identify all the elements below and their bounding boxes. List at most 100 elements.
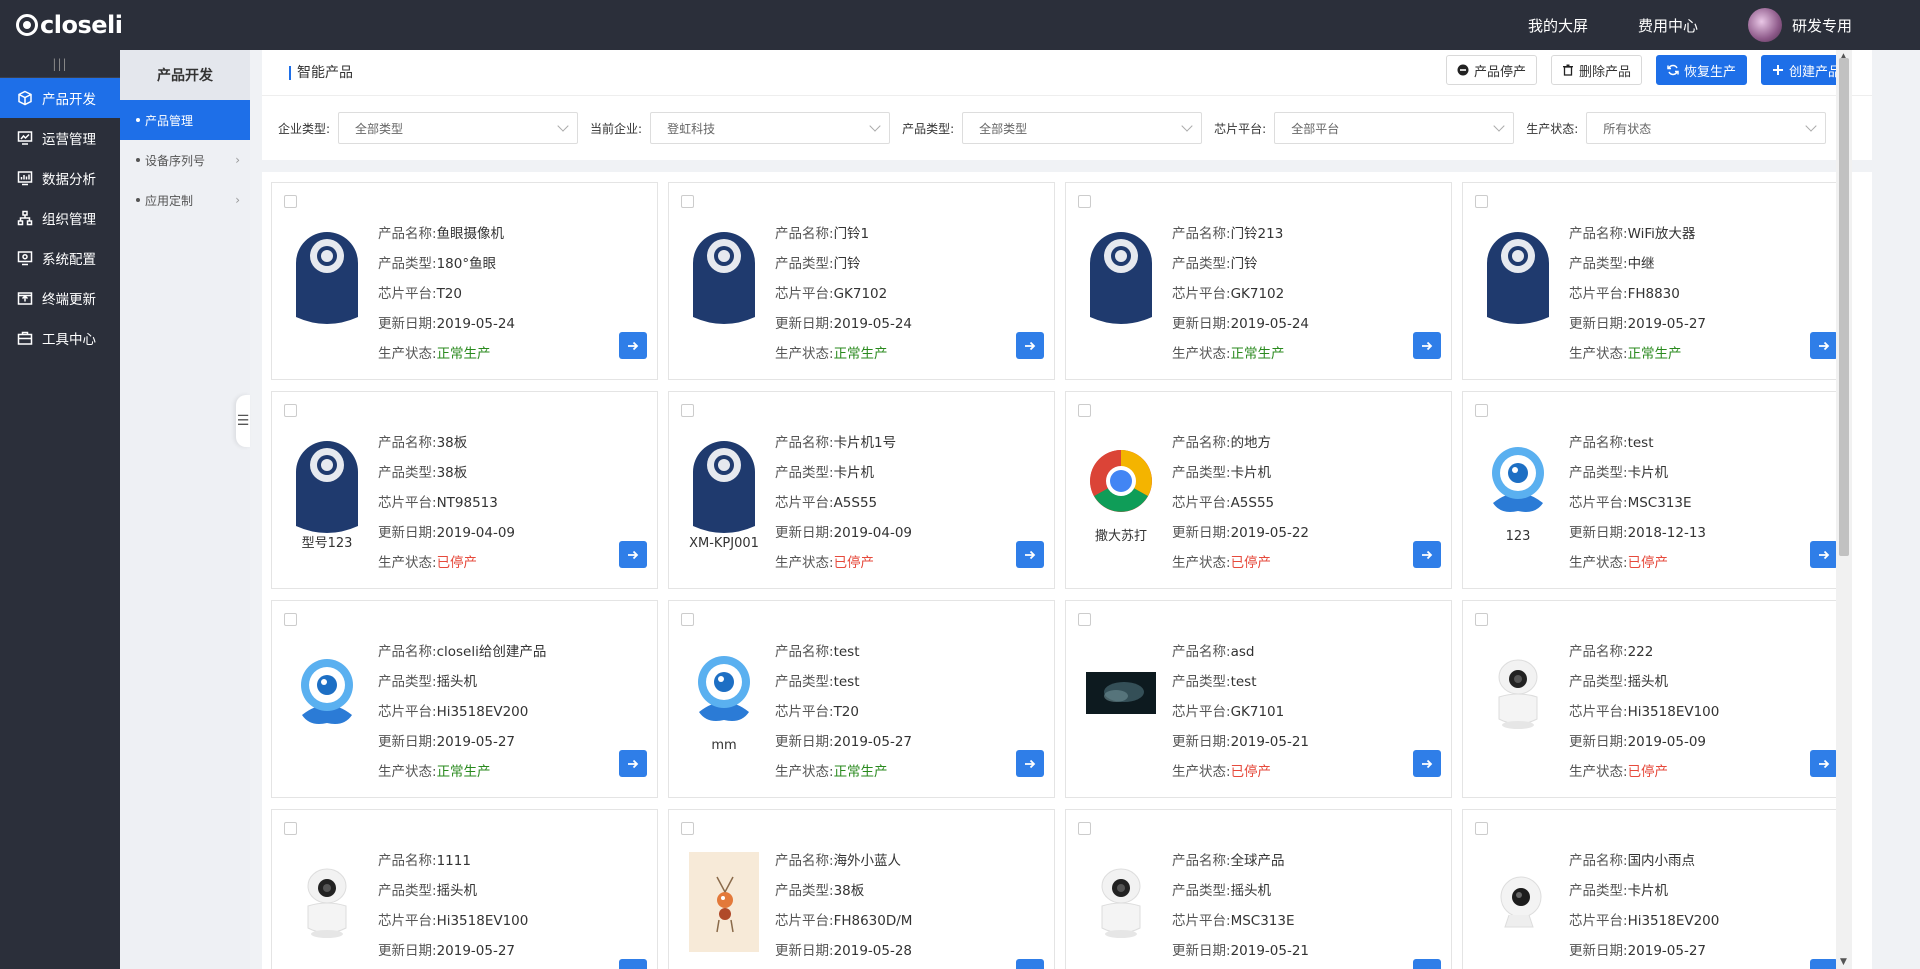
product-thumbnail[interactable] (1086, 225, 1156, 335)
sidebar-item-org-tree[interactable]: 组织管理 (0, 198, 120, 238)
product-checkbox[interactable] (284, 613, 297, 626)
my-dashboard-link[interactable]: 我的大屏 (1528, 15, 1588, 36)
product-thumbnail[interactable] (689, 225, 759, 335)
arrow-right-icon[interactable] (1810, 541, 1838, 568)
product-checkbox[interactable] (1078, 613, 1091, 626)
product-card[interactable]: 产品名称:222 产品类型:摇头机 芯片平台:Hi3518EV100 更新日期:201… (1462, 600, 1849, 798)
arrow-right-icon[interactable] (619, 959, 647, 969)
product-card[interactable]: 产品名称:海外小蓝人 产品类型:38板 芯片平台:FH8630D/M 更新日期:201… (668, 809, 1055, 969)
resume-production-button[interactable]: 恢复生产 (1655, 55, 1747, 85)
product-card[interactable]: 产品名称:1111 产品类型:摇头机 芯片平台:Hi3518EV100 更新日期:20… (271, 809, 658, 969)
product-thumbnail[interactable] (689, 852, 759, 962)
stop-production-button[interactable]: 产品停产 (1445, 55, 1537, 85)
product-card[interactable]: 产品名称:asd 产品类型:test 芯片平台:GK7101 更新日期:2019-05… (1065, 600, 1452, 798)
product-model-caption: 型号123 (301, 536, 353, 551)
arrow-right-icon[interactable] (1810, 750, 1838, 777)
product-card[interactable]: 产品名称:国内小雨点 产品类型:卡片机 芯片平台:Hi3518EV200 更新日期:2… (1462, 809, 1849, 969)
product-info: 产品名称:38板 产品类型:38板 芯片平台:NT98513 更新日期:2019-04… (378, 428, 515, 578)
product-checkbox[interactable] (1078, 822, 1091, 835)
sidebar-item-cube[interactable]: 产品开发 (0, 78, 120, 118)
field-label: 生产状态: (1569, 346, 1628, 362)
user-name[interactable]: 研发专用 (1792, 15, 1852, 36)
product-checkbox[interactable] (681, 404, 694, 417)
sidebar-item-analytics[interactable]: 数据分析 (0, 158, 120, 198)
product-checkbox[interactable] (284, 404, 297, 417)
product-card[interactable]: mm 产品名称:test 产品类型:test 芯片平台:T20 更新日期:2019-05… (668, 600, 1055, 798)
arrow-right-icon[interactable] (1016, 541, 1044, 568)
sidebar-collapse-handle[interactable]: ||| (0, 50, 120, 78)
subnav-item-app-customization[interactable]: 应用定制 › (120, 180, 250, 220)
subnav-item-device-serial[interactable]: 设备序列号 › (120, 140, 250, 180)
product-checkbox[interactable] (1475, 404, 1488, 417)
button-label: 产品停产 (1473, 64, 1526, 80)
filter-select[interactable]: 全部平台 (1274, 112, 1515, 144)
product-card[interactable]: 产品名称:closeli给创建产品 产品类型:摇头机 芯片平台:Hi3518EV20… (271, 600, 658, 798)
production-status: 已停产 (1627, 555, 1669, 571)
product-card[interactable]: 产品名称:全球产品 产品类型:摇头机 芯片平台:MSC313E 更新日期:2019-0… (1065, 809, 1452, 969)
filter-select[interactable]: 登虹科技 (650, 112, 891, 144)
product-checkbox[interactable] (681, 195, 694, 208)
arrow-right-icon[interactable] (619, 541, 647, 568)
filter-select[interactable]: 所有状态 (1586, 112, 1827, 144)
product-checkbox[interactable] (681, 822, 694, 835)
scroll-down-icon[interactable]: ▼ (1840, 957, 1847, 967)
product-thumbnail[interactable] (1483, 852, 1553, 962)
arrow-right-icon[interactable] (1810, 959, 1838, 969)
product-thumbnail[interactable] (292, 643, 362, 753)
product-checkbox[interactable] (681, 613, 694, 626)
product-thumbnail[interactable]: 型号123 (292, 434, 362, 551)
user-menu[interactable]: 研发专用 (1747, 8, 1852, 42)
menu-toggle-icon[interactable]: ☰ (236, 395, 250, 447)
sidebar-item-monitor-chart[interactable]: 运营管理 (0, 118, 120, 158)
product-checkbox[interactable] (284, 195, 297, 208)
scrollbar[interactable]: ▲ ▼ (1836, 50, 1852, 969)
product-card[interactable]: 产品名称:门铃1 产品类型:门铃 芯片平台:GK7102 更新日期:2019-05-2… (668, 182, 1055, 380)
delete-product-button[interactable]: 删除产品 (1550, 55, 1642, 85)
product-thumbnail[interactable]: 撒大苏打 (1086, 434, 1156, 544)
product-thumbnail[interactable] (1086, 852, 1156, 962)
product-thumbnail[interactable] (1086, 643, 1156, 753)
arrow-right-icon[interactable] (1413, 959, 1441, 969)
product-card[interactable]: 型号123 产品名称:38板 产品类型:38板 芯片平台:NT98513 更新日期:20… (271, 391, 658, 589)
filter-select[interactable]: 全部类型 (338, 112, 579, 144)
product-checkbox[interactable] (284, 822, 297, 835)
product-thumbnail[interactable]: 123 (1483, 434, 1553, 544)
sidebar-item-settings-screen[interactable]: 系统配置 (0, 238, 120, 278)
product-checkbox[interactable] (1475, 822, 1488, 835)
subnav-item-product-management[interactable]: 产品管理 (120, 100, 250, 140)
closeli-logo[interactable]: closeli (16, 11, 123, 39)
sidebar-item-upload-box[interactable]: 终端更新 (0, 278, 120, 318)
product-card[interactable]: 产品名称:门铃213 产品类型:门铃 芯片平台:GK7102 更新日期:2019-05… (1065, 182, 1452, 380)
scrollbar-thumb[interactable] (1839, 58, 1849, 556)
product-thumbnail[interactable]: XM-KPJ001 (689, 434, 759, 551)
arrow-right-icon[interactable] (1413, 541, 1441, 568)
product-card[interactable]: XM-KPJ001 产品名称:卡片机1号 产品类型:卡片机 芯片平台:A5S55 更新日… (668, 391, 1055, 589)
arrow-right-icon[interactable] (1016, 959, 1044, 969)
product-card[interactable]: 产品名称:鱼眼摄像机 产品类型:180°鱼眼 芯片平台:T20 更新日期:2019-0… (271, 182, 658, 380)
arrow-right-icon[interactable] (619, 750, 647, 777)
product-checkbox[interactable] (1475, 613, 1488, 626)
product-thumbnail[interactable] (1483, 225, 1553, 335)
main-content: 智能产品 产品停产 删除产品 恢复生产 创建产品 企业类型: 全部类型 当前企业: 登… (262, 50, 1872, 969)
avatar[interactable] (1747, 8, 1782, 42)
product-checkbox[interactable] (1475, 195, 1488, 208)
arrow-right-icon[interactable] (1016, 332, 1044, 359)
product-thumbnail[interactable] (1483, 643, 1553, 753)
product-card[interactable]: 123 产品名称:test 产品类型:卡片机 芯片平台:MSC313E 更新日期:201… (1462, 391, 1849, 589)
arrow-right-icon[interactable] (1413, 750, 1441, 777)
product-thumbnail[interactable] (292, 852, 362, 962)
billing-center-link[interactable]: 费用中心 (1638, 15, 1698, 36)
filter-select[interactable]: 全部类型 (962, 112, 1203, 144)
sidebar-item-toolbox[interactable]: 工具中心 (0, 318, 120, 358)
field-label: 芯片平台: (775, 286, 834, 302)
product-card[interactable]: 撒大苏打 产品名称:的地方 产品类型:卡片机 芯片平台:A5S55 更新日期:2019-… (1065, 391, 1452, 589)
product-thumbnail[interactable] (292, 225, 362, 335)
product-card[interactable]: 产品名称:WiFi放大器 产品类型:中继 芯片平台:FH8830 更新日期:2019-… (1462, 182, 1849, 380)
product-checkbox[interactable] (1078, 404, 1091, 417)
product-thumbnail[interactable]: mm (689, 643, 759, 753)
arrow-right-icon[interactable] (1413, 332, 1441, 359)
arrow-right-icon[interactable] (1810, 332, 1838, 359)
arrow-right-icon[interactable] (619, 332, 647, 359)
product-checkbox[interactable] (1078, 195, 1091, 208)
arrow-right-icon[interactable] (1016, 750, 1044, 777)
